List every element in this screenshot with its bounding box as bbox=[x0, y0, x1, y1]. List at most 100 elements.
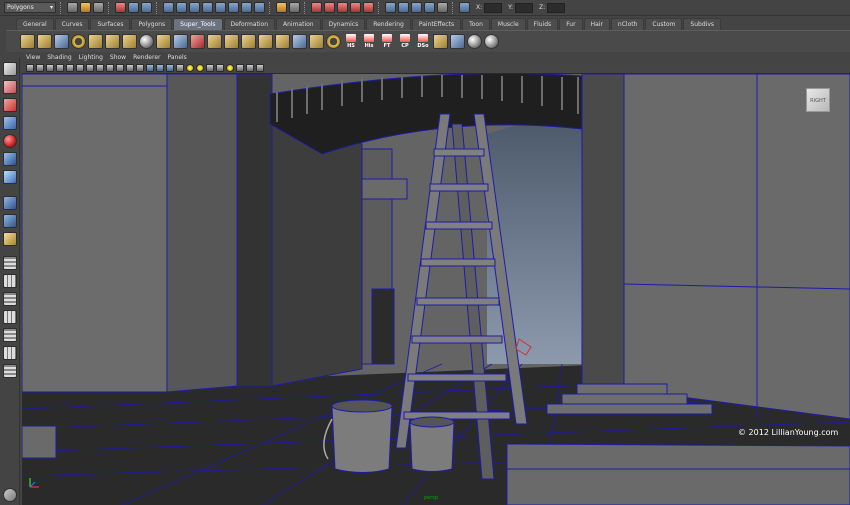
tab-surfaces[interactable]: Surfaces bbox=[90, 18, 131, 30]
last-tool-icon[interactable] bbox=[3, 232, 17, 246]
tab-muscle[interactable]: Muscle bbox=[490, 18, 526, 30]
menu-show[interactable]: Show bbox=[110, 53, 126, 63]
perspective-viewport[interactable]: RIGHT © 2012 LillianYoung.com persp bbox=[22, 74, 850, 505]
menu-set-dropdown[interactable]: Polygons ▾ bbox=[4, 2, 56, 13]
gate-mask-icon[interactable] bbox=[106, 64, 114, 72]
tab-dynamics[interactable]: Dynamics bbox=[321, 18, 366, 30]
save-scene-icon[interactable] bbox=[93, 2, 104, 13]
select-deformations-icon[interactable] bbox=[215, 2, 226, 13]
tab-ncloth[interactable]: nCloth bbox=[610, 18, 645, 30]
select-joints-icon[interactable] bbox=[176, 2, 187, 13]
open-scene-icon[interactable] bbox=[80, 2, 91, 13]
universal-manipulator-icon[interactable] bbox=[3, 170, 17, 184]
ipr-render-icon[interactable] bbox=[424, 2, 435, 13]
z-field[interactable] bbox=[547, 2, 566, 13]
shader-ball-icon[interactable] bbox=[139, 34, 154, 49]
tab-toon[interactable]: Toon bbox=[462, 18, 490, 30]
image-plane-icon[interactable] bbox=[56, 64, 64, 72]
cp-button[interactable]: CP bbox=[397, 33, 413, 51]
diamond-icon[interactable] bbox=[450, 34, 465, 49]
lock-selection-icon[interactable] bbox=[276, 2, 287, 13]
spiral-icon[interactable] bbox=[467, 34, 482, 49]
tab-general[interactable]: General bbox=[16, 18, 54, 30]
snap-curve-icon[interactable] bbox=[324, 2, 335, 13]
high-quality-icon[interactable] bbox=[246, 64, 254, 72]
tab-fluids[interactable]: Fluids bbox=[526, 18, 559, 30]
safe-action-icon[interactable] bbox=[126, 64, 134, 72]
render-settings-icon[interactable] bbox=[437, 2, 448, 13]
select-object-icon[interactable] bbox=[128, 2, 139, 13]
split-polygon-icon[interactable] bbox=[258, 34, 273, 49]
scale-tool-icon[interactable] bbox=[3, 152, 17, 166]
select-tool-icon[interactable] bbox=[3, 62, 17, 76]
cut-uv-icon[interactable] bbox=[122, 34, 137, 49]
extrude-icon[interactable] bbox=[207, 34, 222, 49]
dso-button[interactable]: DSo bbox=[415, 33, 431, 51]
smooth-icon[interactable] bbox=[292, 34, 307, 49]
x-field[interactable] bbox=[484, 2, 503, 13]
snap-view-plane-icon[interactable] bbox=[350, 2, 361, 13]
move-tool-icon[interactable] bbox=[3, 116, 17, 130]
field-chart-icon[interactable] bbox=[116, 64, 124, 72]
smooth-shade-icon[interactable] bbox=[156, 64, 164, 72]
safe-title-icon[interactable] bbox=[136, 64, 144, 72]
select-rendering-icon[interactable] bbox=[241, 2, 252, 13]
layout-two-pane-icon[interactable] bbox=[3, 292, 17, 306]
ft-button[interactable]: FT bbox=[379, 33, 395, 51]
render-current-frame-icon[interactable] bbox=[411, 2, 422, 13]
new-scene-icon[interactable] bbox=[67, 2, 78, 13]
append-polygon-icon[interactable] bbox=[241, 34, 256, 49]
ring-tool-icon[interactable] bbox=[71, 34, 86, 49]
grid-uv-icon[interactable] bbox=[54, 34, 69, 49]
construction-history-icon[interactable] bbox=[385, 2, 396, 13]
select-curves-icon[interactable] bbox=[189, 2, 200, 13]
layout-graph-icon[interactable] bbox=[3, 328, 17, 342]
soft-modification-icon[interactable] bbox=[3, 196, 17, 210]
menu-panels[interactable]: Panels bbox=[167, 53, 186, 63]
render-view-icon[interactable] bbox=[398, 2, 409, 13]
spiral-alt-icon[interactable] bbox=[484, 34, 499, 49]
tab-painteffects[interactable]: PaintEffects bbox=[411, 18, 462, 30]
tab-curves[interactable]: Curves bbox=[54, 18, 90, 30]
layout-uv-icon[interactable] bbox=[105, 34, 120, 49]
wireframe-icon[interactable] bbox=[146, 64, 154, 72]
layout-four-pane-icon[interactable] bbox=[3, 274, 17, 288]
sew-uv-icon[interactable] bbox=[88, 34, 103, 49]
select-camera-icon[interactable] bbox=[26, 64, 34, 72]
bookmark-icon[interactable] bbox=[46, 64, 54, 72]
his-button[interactable]: His bbox=[361, 33, 377, 51]
input-mode-icon[interactable] bbox=[459, 2, 470, 13]
menu-view[interactable]: View bbox=[26, 53, 40, 63]
help-line-icon[interactable] bbox=[3, 488, 17, 502]
tab-polygons[interactable]: Polygons bbox=[131, 18, 173, 30]
box-icon[interactable] bbox=[433, 34, 448, 49]
isolate-select-icon[interactable] bbox=[226, 64, 234, 72]
select-misc-icon[interactable] bbox=[254, 2, 265, 13]
camera-attributes-icon[interactable] bbox=[36, 64, 44, 72]
menu-lighting[interactable]: Lighting bbox=[79, 53, 103, 63]
show-manipulator-icon[interactable] bbox=[3, 214, 17, 228]
layout-hypershade-icon[interactable] bbox=[3, 346, 17, 360]
select-component-icon[interactable] bbox=[141, 2, 152, 13]
uv-tool-icon[interactable] bbox=[20, 34, 35, 49]
grid-toggle-icon[interactable] bbox=[76, 64, 84, 72]
layout-outliner-icon[interactable] bbox=[3, 310, 17, 324]
hud-icon[interactable] bbox=[236, 64, 244, 72]
highlight-selection-icon[interactable] bbox=[289, 2, 300, 13]
resolution-gate-icon[interactable] bbox=[96, 64, 104, 72]
tab-custom[interactable]: Custom bbox=[645, 18, 683, 30]
planar-map-icon[interactable] bbox=[37, 34, 52, 49]
snap-grid-icon[interactable] bbox=[311, 2, 322, 13]
xray-icon[interactable] bbox=[206, 64, 214, 72]
tab-hair[interactable]: Hair bbox=[583, 18, 610, 30]
two-d-pan-icon[interactable] bbox=[66, 64, 74, 72]
select-handles-icon[interactable] bbox=[163, 2, 174, 13]
tab-animation[interactable]: Animation bbox=[276, 18, 321, 30]
viewcube[interactable]: RIGHT bbox=[806, 88, 830, 112]
tab-subdivs[interactable]: Subdivs bbox=[683, 18, 721, 30]
sphere-select-icon[interactable] bbox=[326, 34, 341, 49]
magnet-icon[interactable] bbox=[190, 34, 205, 49]
select-dynamics-icon[interactable] bbox=[228, 2, 239, 13]
mirror-icon[interactable] bbox=[309, 34, 324, 49]
insert-edge-loop-icon[interactable] bbox=[275, 34, 290, 49]
